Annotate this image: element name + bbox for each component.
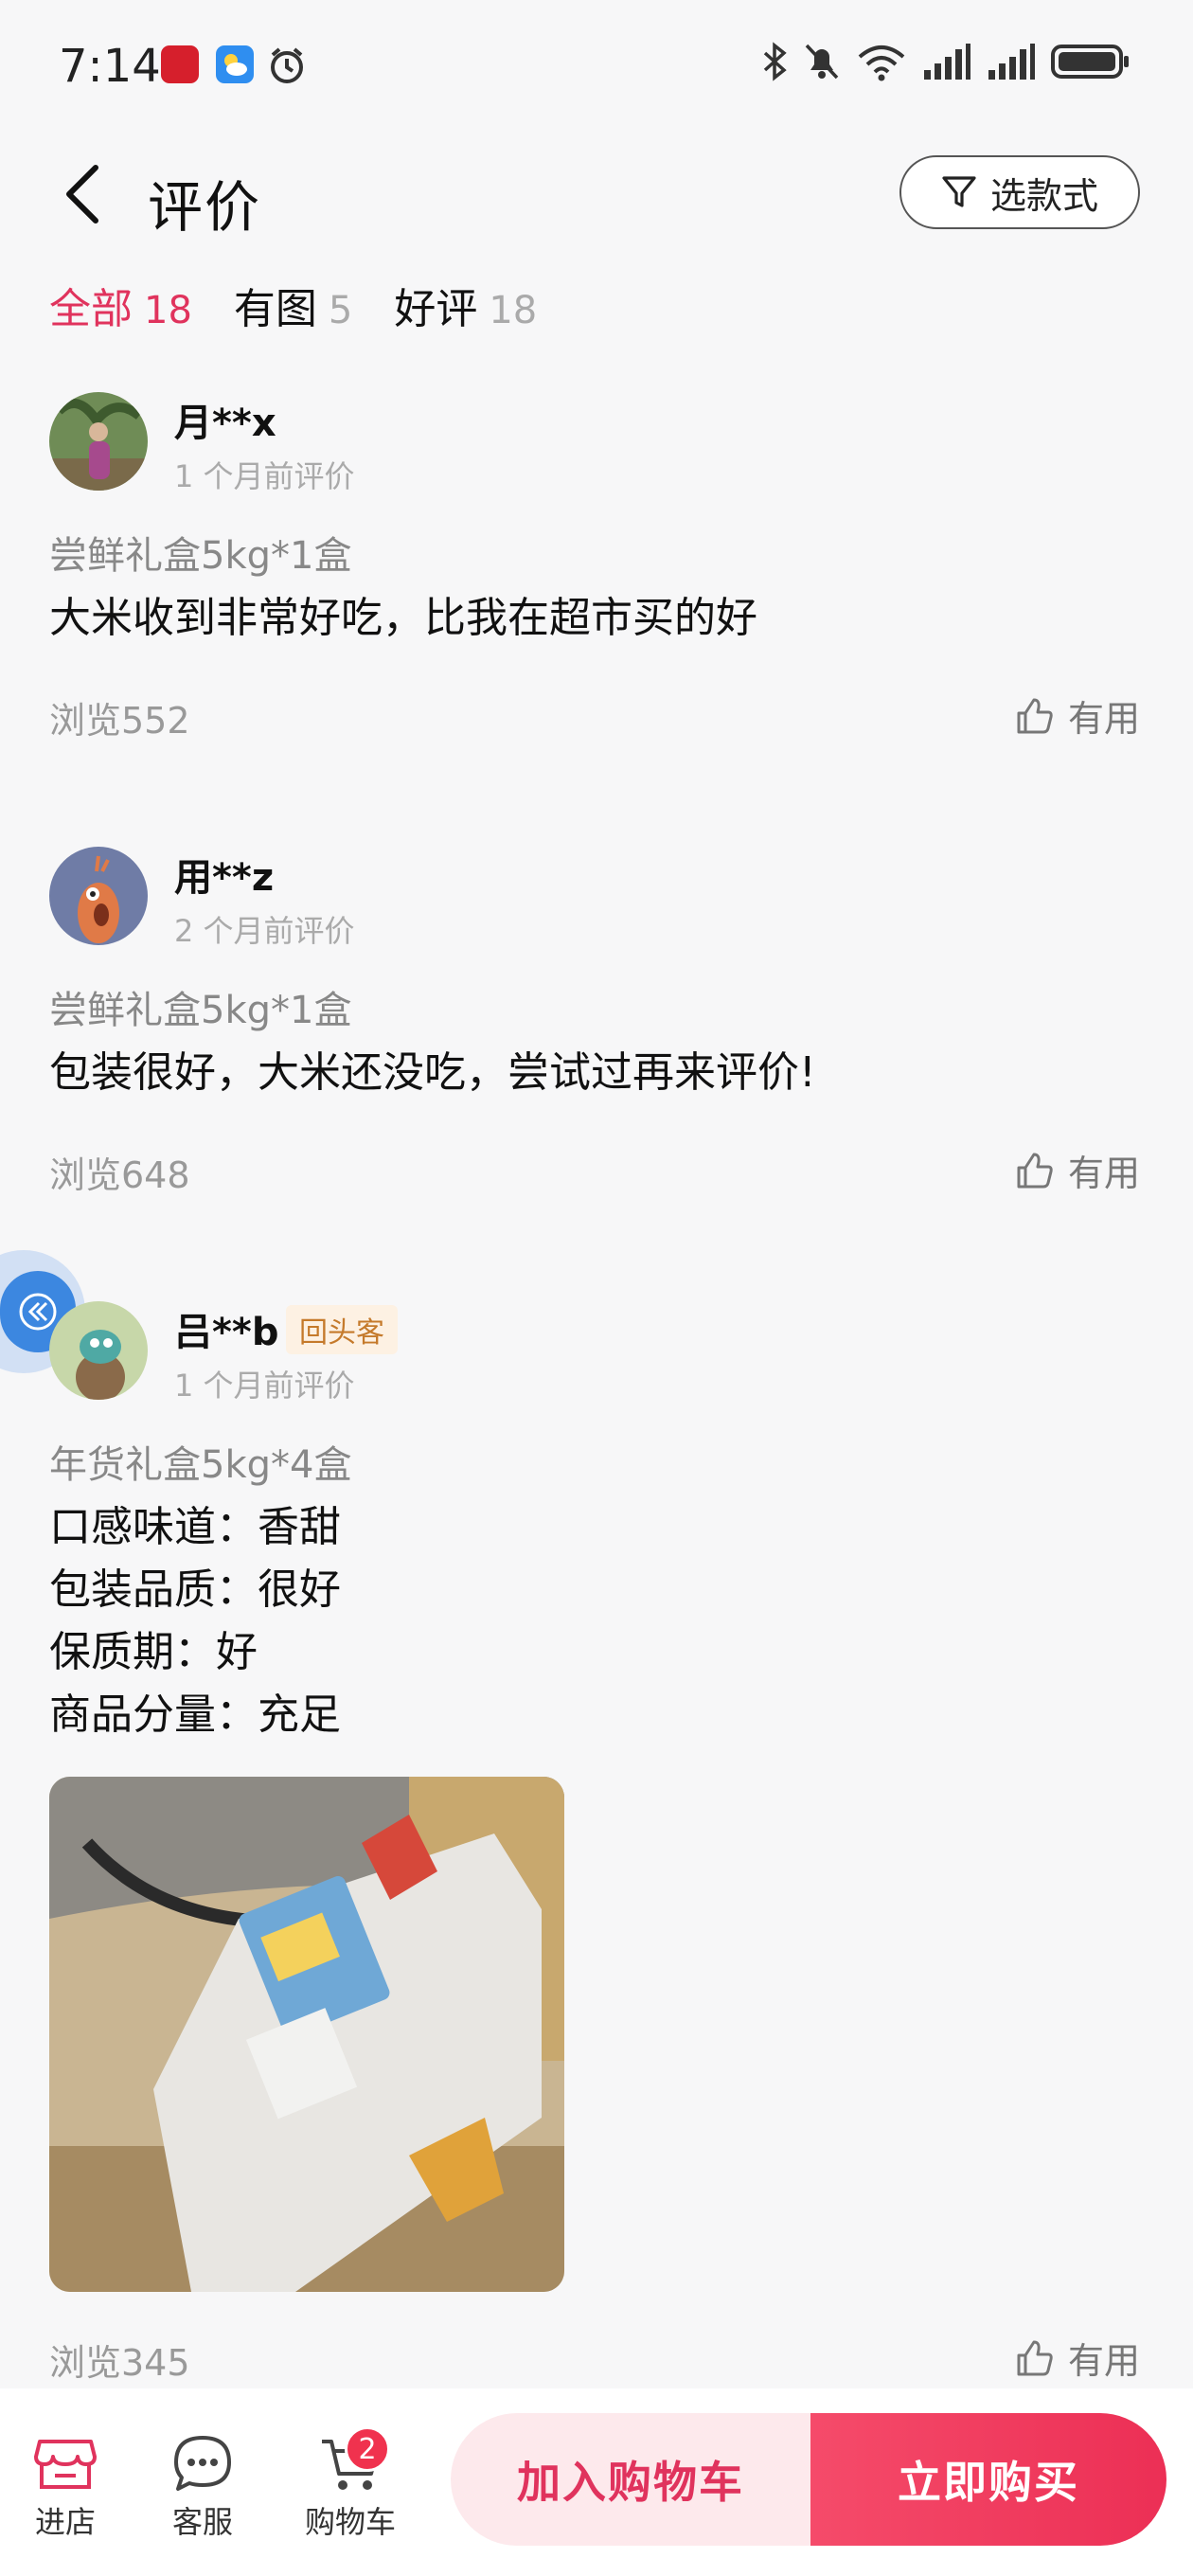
add-to-cart-button[interactable]: 加入购物车 (451, 2413, 810, 2546)
review-content: 口感味道：香甜 包装品质：很好 保质期：好 商品分量：充足 (49, 1496, 341, 1746)
status-time: 7:14 (59, 40, 161, 93)
review-time: 1 个月前评价 (174, 458, 355, 494)
select-style-label: 选款式 (989, 174, 1098, 217)
review-line: 口感味道：香甜 (49, 1503, 341, 1551)
mute-bell-icon (805, 44, 839, 80)
page-title: 评价 (148, 175, 262, 240)
store-label: 进店 (34, 2504, 96, 2540)
username: 用**z (174, 856, 275, 900)
thumbs-up-icon (1017, 1153, 1053, 1188)
view-count: 浏览345 (49, 2342, 190, 2384)
useful-button[interactable]: 有用 (1015, 1144, 1140, 1196)
review-time: 1 个月前评价 (174, 1368, 355, 1404)
review-sku: 尝鲜礼盒5kg*1盒 (49, 989, 352, 1032)
cart-count-badge: 2 (345, 2426, 390, 2472)
tab-count: 5 (328, 289, 353, 332)
cart-label: 购物车 (305, 2504, 397, 2540)
avatar[interactable] (49, 392, 148, 491)
tab-label: 有图 (233, 285, 317, 333)
review-tabs: 全部 18 有图 5 好评 18 (49, 275, 537, 335)
username: 吕**b (174, 1311, 279, 1354)
review-line: 包装品质：很好 (49, 1565, 341, 1614)
tab-count: 18 (489, 289, 538, 332)
filter-icon (942, 176, 976, 207)
service-label: 客服 (172, 2504, 234, 2540)
customer-service-button[interactable]: 客服 (172, 2430, 233, 2542)
select-style-button[interactable]: 选款式 (899, 155, 1140, 229)
tab-label: 全部 (49, 285, 133, 333)
tab-label: 好评 (394, 285, 478, 333)
review-line: 商品分量：充足 (49, 1690, 341, 1739)
review-photo[interactable] (49, 1777, 564, 2292)
tmall-app-icon (161, 45, 199, 83)
chevron-left-icon (66, 165, 98, 224)
buy-now-button[interactable]: 立即购买 (810, 2413, 1166, 2546)
useful-button[interactable]: 有用 (1015, 689, 1140, 742)
review-time: 2 个月前评价 (174, 913, 355, 949)
review-sku: 年货礼盒5kg*4盒 (49, 1443, 352, 1487)
cart-button[interactable]: 2 购物车 (305, 2426, 397, 2542)
review-item: 用**z 2 个月前评价 尝鲜礼盒5kg*1盒 包装很好，大米还没吃，尝试过再来… (0, 843, 1193, 1222)
battery-icon (1051, 45, 1129, 79)
review-sku: 尝鲜礼盒5kg*1盒 (49, 534, 352, 578)
review-content: 包装很好，大米还没吃，尝试过再来评价! (49, 1048, 816, 1097)
avatar[interactable] (49, 1301, 148, 1400)
username: 月**x (174, 402, 276, 445)
wifi-icon (858, 45, 905, 81)
tab-all[interactable]: 全部 18 (49, 275, 192, 335)
back-button[interactable] (49, 161, 116, 227)
weather-app-icon (216, 45, 254, 83)
store-icon (34, 2440, 97, 2489)
view-count: 浏览552 (49, 700, 190, 742)
signal-icon-2 (988, 44, 1035, 80)
review-item: 月**x 1 个月前评价 尝鲜礼盒5kg*1盒 大米收到非常好吃，比我在超市买的… (0, 388, 1193, 767)
bottom-action-bar: 进店 客服 2 购物车 加入购物车 立即购买 (0, 2388, 1193, 2576)
store-button[interactable]: 进店 (34, 2430, 97, 2542)
signal-icon (924, 44, 970, 80)
avatar[interactable] (49, 847, 148, 945)
tab-with-photos[interactable]: 有图 5 (234, 275, 352, 335)
review-content: 大米收到非常好吃，比我在超市买的好 (49, 594, 757, 642)
bluetooth-icon (763, 42, 787, 81)
tab-positive[interactable]: 好评 18 (394, 275, 537, 335)
status-icons (761, 42, 1131, 81)
review-line: 保质期：好 (49, 1628, 258, 1676)
tab-count: 18 (144, 289, 192, 332)
view-count: 浏览648 (49, 1154, 190, 1196)
useful-button[interactable]: 有用 (1015, 2332, 1140, 2384)
returning-customer-badge: 回头客 (286, 1305, 398, 1354)
header: 评价 选款式 (0, 142, 1193, 246)
review-item: 吕**b 回头客 1 个月前评价 年货礼盒5kg*4盒 口感味道：香甜 包装品质… (0, 1297, 1193, 2387)
useful-label: 有用 (1067, 1153, 1140, 1194)
useful-label: 有用 (1067, 2340, 1140, 2382)
thumbs-up-icon (1017, 698, 1053, 733)
thumbs-up-icon (1017, 2340, 1053, 2375)
alarm-icon (267, 45, 307, 89)
status-bar: 7:14 (0, 0, 1193, 133)
useful-label: 有用 (1067, 698, 1140, 740)
chat-bubble-icon (174, 2436, 231, 2491)
